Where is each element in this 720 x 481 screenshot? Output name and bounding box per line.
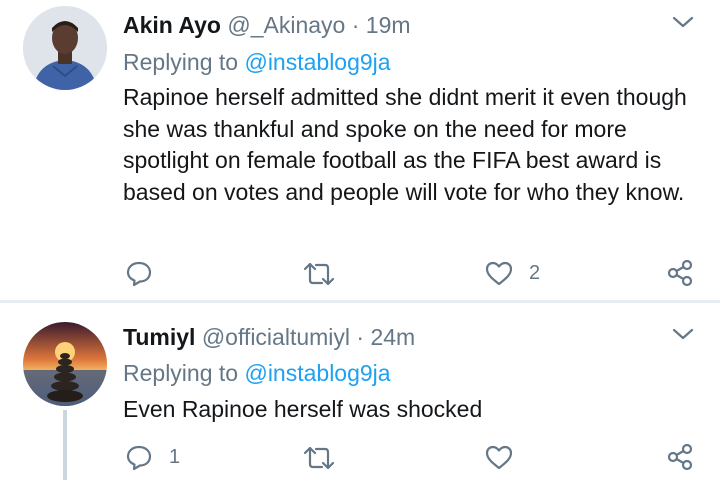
replying-to: Replying to @instablog9ja bbox=[123, 358, 391, 388]
reply-icon[interactable] bbox=[125, 259, 153, 287]
replying-label: Replying to bbox=[123, 360, 239, 386]
avatar[interactable] bbox=[23, 6, 107, 90]
retweet-icon[interactable] bbox=[302, 444, 336, 472]
share-icon[interactable] bbox=[665, 442, 695, 472]
tweet-text: Even Rapinoe herself was shocked bbox=[123, 396, 483, 422]
avatar[interactable] bbox=[23, 322, 107, 406]
separator: · bbox=[351, 12, 360, 38]
retweet-icon[interactable] bbox=[302, 260, 336, 288]
timestamp[interactable]: 24m bbox=[370, 324, 415, 350]
tweet-text: Rapinoe herself admitted she didnt merit… bbox=[123, 84, 687, 205]
tweet-divider bbox=[0, 300, 720, 303]
user-handle[interactable]: @_Akinayo bbox=[227, 12, 345, 38]
reply-icon[interactable] bbox=[125, 443, 153, 471]
tweet-header: Akin Ayo @_Akinayo · 19m bbox=[123, 10, 411, 40]
display-name[interactable]: Tumiyl bbox=[123, 324, 195, 350]
display-name[interactable]: Akin Ayo bbox=[123, 12, 221, 38]
chevron-down-icon[interactable] bbox=[669, 12, 697, 32]
thread-line bbox=[63, 410, 67, 480]
replying-label: Replying to bbox=[123, 49, 239, 75]
mention-link[interactable]: @instablog9ja bbox=[244, 360, 390, 386]
mention-link[interactable]: @instablog9ja bbox=[244, 49, 390, 75]
separator: · bbox=[356, 324, 365, 350]
user-handle[interactable]: @officialtumiyl bbox=[202, 324, 350, 350]
reply-count: 1 bbox=[169, 446, 181, 468]
share-icon[interactable] bbox=[665, 258, 695, 288]
like-icon[interactable] bbox=[484, 259, 514, 287]
tweet-header: Tumiyl @officialtumiyl · 24m bbox=[123, 322, 415, 352]
like-icon[interactable] bbox=[484, 443, 514, 471]
chevron-down-icon[interactable] bbox=[669, 324, 697, 344]
like-count: 2 bbox=[529, 262, 541, 284]
replying-to: Replying to @instablog9ja bbox=[123, 47, 391, 77]
timestamp[interactable]: 19m bbox=[366, 12, 411, 38]
